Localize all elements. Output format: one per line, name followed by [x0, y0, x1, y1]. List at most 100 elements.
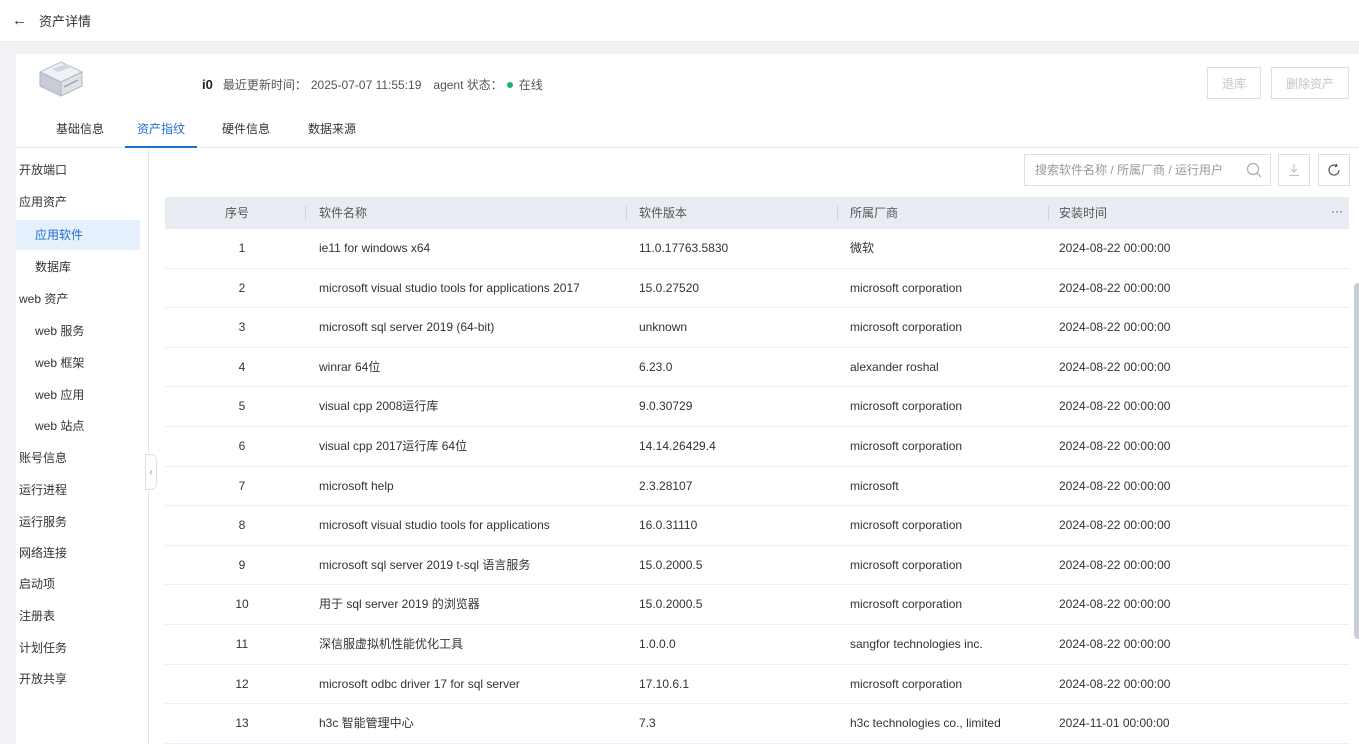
cell-install-time: 2024-08-22 00:00:00	[1059, 280, 1171, 295]
table-row: 2 microsoft visual studio tools for appli…	[165, 269, 1349, 309]
sidebar-item-web-framework[interactable]: web 框架	[16, 348, 140, 378]
cell-vendor: sangfor technologies inc.	[850, 636, 983, 651]
cell-vendor: microsoft corporation	[850, 518, 963, 533]
sidebar-item-processes[interactable]: 运行进程	[16, 475, 140, 505]
tab-data-source[interactable]: 数据来源	[302, 110, 362, 148]
chevron-left-icon: ‹	[149, 466, 153, 478]
fingerprint-sidebar: 开放端口 应用资产 应用软件 数据库 web 资产 web 服务 web 框架 …	[16, 148, 149, 744]
agent-status-value: 在线	[518, 78, 543, 92]
cell-version: unknown	[639, 320, 688, 335]
column-header-software-name: 软件名称	[305, 197, 367, 229]
cell-version: 9.0.30729	[639, 399, 693, 414]
cell-vendor: microsoft	[850, 478, 899, 493]
sidebar-item-scheduled-tasks[interactable]: 计划任务	[16, 633, 140, 663]
cell-no: 11	[235, 636, 249, 651]
cell-no: 6	[238, 438, 246, 453]
asset-name: i0	[202, 77, 213, 92]
table-row: 1 ie11 for windows x64 11.0.17763.5830 微软 20…	[165, 229, 1349, 269]
cell-no: 13	[235, 716, 249, 731]
cell-install-time: 2024-08-22 00:00:00	[1059, 399, 1171, 414]
cell-version: 14.14.26429.4	[639, 438, 716, 453]
cell-no: 7	[238, 478, 246, 493]
sidebar-item-app-software[interactable]: 应用软件	[16, 220, 140, 250]
search-icon[interactable]	[1246, 162, 1262, 178]
column-header-version: 软件版本	[626, 197, 687, 229]
cell-vendor: h3c technologies co., limited	[850, 716, 1001, 731]
table-row: 12 microsoft odbc driver 17 for sql serve…	[165, 665, 1349, 705]
tab-hardware-info[interactable]: 硬件信息	[216, 110, 276, 148]
delete-asset-button[interactable]: 删除资产	[1270, 67, 1349, 99]
cell-software-name: winrar 64位	[319, 359, 381, 374]
cell-no: 10	[235, 597, 249, 612]
cell-no: 3	[238, 320, 246, 335]
sidebar-item-registry[interactable]: 注册表	[16, 601, 140, 631]
updated-label: 最近更新时间：	[222, 78, 307, 92]
sidebar-item-web-assets[interactable]: web 资产	[16, 284, 140, 314]
cell-install-time: 2024-08-22 00:00:00	[1059, 359, 1171, 374]
server-icon	[38, 61, 84, 97]
cell-version: 2.3.28107	[639, 478, 693, 493]
cell-software-name: microsoft sql server 2019 t-sql 语言服务	[319, 557, 531, 572]
cell-software-name: microsoft visual studio tools for applic…	[319, 280, 580, 295]
sidebar-item-services[interactable]: 运行服务	[16, 507, 140, 537]
sidebar-item-open-ports[interactable]: 开放端口	[16, 155, 140, 185]
table-row: 4 winrar 64位 6.23.0 alexander roshal 2024-08…	[165, 348, 1349, 388]
cell-version: 11.0.17763.5830	[639, 241, 729, 255]
sidebar-collapse-button[interactable]: ‹	[145, 454, 157, 490]
column-header-no: 序号	[225, 206, 250, 220]
column-header-vendor: 所属厂商	[837, 197, 898, 229]
cell-version: 1.0.0.0	[639, 636, 676, 651]
cell-no: 1	[238, 241, 246, 255]
cell-version: 15.0.27520	[639, 280, 700, 295]
software-table: 序号 软件名称 软件版本 所属厂商 安装时间 ··· 1 ie11 for win…	[165, 197, 1349, 744]
tab-asset-fingerprint[interactable]: 资产指纹	[125, 110, 197, 148]
table-row: 5 visual cpp 2008运行库 9.0.30729 microsoft co…	[165, 387, 1349, 427]
sidebar-item-web-app[interactable]: web 应用	[16, 380, 140, 410]
asset-detail-card: i0 最近更新时间： 2025-07-07 11:55:19 agent 状态：…	[16, 54, 1359, 744]
cell-software-name: h3c 智能管理中心	[319, 716, 414, 731]
header-actions: 退库 删除资产	[1206, 67, 1349, 99]
table-row: 6 visual cpp 2017运行库 64位 14.14.26429.4 micr…	[165, 427, 1349, 467]
sidebar-item-open-shares[interactable]: 开放共享	[16, 664, 140, 694]
cell-version: 7.3	[639, 716, 656, 731]
table-row: 3 microsoft sql server 2019 (64-bit) unkno…	[165, 308, 1349, 348]
sidebar-item-web-service[interactable]: web 服务	[16, 316, 140, 346]
download-icon	[1289, 164, 1299, 177]
cell-software-name: 深信服虚拟机性能优化工具	[319, 636, 464, 651]
table-row: 8 microsoft visual studio tools for appli…	[165, 506, 1349, 546]
table-row: 9 microsoft sql server 2019 t-sql 语言服务 15.…	[165, 546, 1349, 586]
cell-install-time: 2024-08-22 00:00:00	[1059, 636, 1171, 651]
table-row: 7 microsoft help 2.3.28107 microsoft 2024-08…	[165, 467, 1349, 507]
table-row: 11 深信服虚拟机性能优化工具 1.0.0.0 sangfor technologie…	[165, 625, 1349, 665]
cell-vendor: microsoft corporation	[850, 320, 963, 335]
tab-bar: 基础信息 资产指纹 硬件信息 数据来源	[16, 110, 1359, 148]
sidebar-item-app-assets[interactable]: 应用资产	[16, 187, 140, 217]
table-row: 10 用于 sql server 2019 的浏览器 15.0.2000.5 micr…	[165, 585, 1349, 625]
cell-version: 16.0.31110	[639, 518, 698, 533]
sidebar-item-database[interactable]: 数据库	[16, 252, 140, 282]
cell-no: 12	[235, 676, 249, 691]
search-input[interactable]	[1035, 163, 1246, 177]
cell-version: 15.0.2000.5	[639, 597, 703, 612]
back-arrow-icon[interactable]: ←	[12, 12, 27, 29]
cell-no: 8	[238, 518, 246, 533]
cell-install-time: 2024-08-22 00:00:00	[1059, 478, 1171, 493]
retire-button[interactable]: 退库	[1206, 67, 1261, 99]
column-settings-more-icon[interactable]: ···	[1331, 197, 1343, 225]
sidebar-item-accounts[interactable]: 账号信息	[16, 443, 140, 473]
download-button[interactable]	[1278, 154, 1310, 186]
cell-vendor: alexander roshal	[850, 359, 939, 374]
column-header-install-time: 安装时间	[1048, 197, 1107, 229]
cell-no: 9	[238, 557, 246, 572]
sidebar-item-network-connections[interactable]: 网络连接	[16, 538, 140, 568]
tab-basic-info[interactable]: 基础信息	[50, 110, 110, 148]
table-row: 13 h3c 智能管理中心 7.3 h3c technologies co., lim…	[165, 704, 1349, 744]
cell-software-name: microsoft visual studio tools for applic…	[319, 518, 550, 533]
cell-software-name: ie11 for windows x64	[319, 241, 431, 255]
sidebar-item-web-site[interactable]: web 站点	[16, 411, 140, 441]
cell-install-time: 2024-11-01 00:00:00	[1059, 716, 1170, 731]
cell-software-name: visual cpp 2008运行库	[319, 399, 439, 414]
sidebar-item-startup-items[interactable]: 启动项	[16, 569, 140, 599]
table-scrollbar[interactable]	[1354, 283, 1359, 639]
refresh-button[interactable]	[1318, 154, 1350, 186]
